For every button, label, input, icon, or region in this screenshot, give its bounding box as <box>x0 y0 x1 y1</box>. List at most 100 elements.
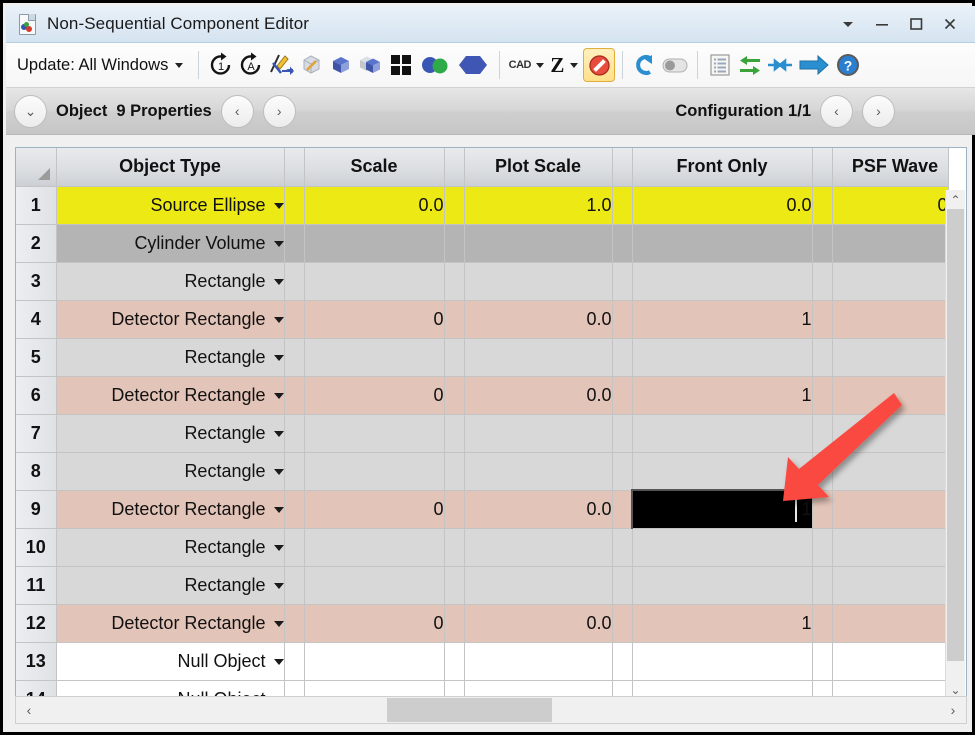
cell-front_only[interactable] <box>632 566 812 604</box>
chevron-down-icon[interactable] <box>274 545 284 551</box>
cell-plot_scale[interactable]: 1.0 <box>464 186 612 224</box>
object-type-cell[interactable]: Rectangle <box>56 528 284 566</box>
row-number-cell[interactable]: 10 <box>16 528 56 566</box>
update-single-icon[interactable]: 1 <box>206 48 236 82</box>
cell-psf_wave[interactable] <box>832 642 948 680</box>
list-icon[interactable] <box>705 48 735 82</box>
column-header-front-only[interactable]: Front Only <box>632 148 812 186</box>
cell-scale[interactable] <box>304 642 444 680</box>
chevron-down-icon[interactable] <box>274 621 284 627</box>
table-row[interactable]: 2Cylinder Volume <box>16 224 948 262</box>
chevron-down-icon[interactable] <box>274 279 284 285</box>
component-grid[interactable]: Object Type Scale Plot Scale Front Only … <box>15 147 967 701</box>
horizontal-scroll-thumb[interactable] <box>387 698 552 722</box>
scroll-left-arrow[interactable]: ‹ <box>16 702 42 718</box>
cell-scale[interactable]: 0 <box>304 300 444 338</box>
row-number-cell[interactable]: 5 <box>16 338 56 376</box>
cell-scale[interactable] <box>304 414 444 452</box>
toggle-switch-icon[interactable] <box>660 48 690 82</box>
cell-front_only[interactable]: 1 <box>632 300 812 338</box>
row-number-cell[interactable]: 2 <box>16 224 56 262</box>
cell-front_only[interactable] <box>632 262 812 300</box>
column-header-scale[interactable]: Scale <box>304 148 444 186</box>
object-type-cell[interactable]: Rectangle <box>56 452 284 490</box>
swap-arrows-icon[interactable] <box>735 48 765 82</box>
table-row[interactable]: 5Rectangle <box>16 338 948 376</box>
expand-collapse-button[interactable]: ⌄ <box>14 95 47 128</box>
cell-front_only[interactable]: 0.0 <box>632 186 812 224</box>
table-row[interactable]: 7Rectangle <box>16 414 948 452</box>
object-type-cell[interactable]: Rectangle <box>56 566 284 604</box>
chevron-down-icon[interactable] <box>274 507 284 513</box>
cell-front_only[interactable] <box>632 338 812 376</box>
cell-scale[interactable] <box>304 528 444 566</box>
z-dropdown[interactable]: Z <box>545 48 583 82</box>
object-type-cell[interactable]: Detector Rectangle <box>56 376 284 414</box>
config-prev-button[interactable]: ‹ <box>820 95 853 128</box>
cell-psf_wave[interactable] <box>832 528 948 566</box>
two-circles-icon[interactable] <box>416 48 454 82</box>
horizontal-scrollbar[interactable]: ‹ › <box>15 696 967 724</box>
row-number-cell[interactable]: 4 <box>16 300 56 338</box>
grid-icon[interactable] <box>386 48 416 82</box>
cell-scale[interactable]: 0 <box>304 490 444 528</box>
cell-front_only[interactable] <box>632 224 812 262</box>
update-dropdown[interactable]: Update: All Windows <box>17 56 191 75</box>
chevron-down-icon[interactable] <box>274 393 284 399</box>
column-header-psf-wave[interactable]: PSF Wave <box>832 148 948 186</box>
update-all-icon[interactable]: A <box>236 48 266 82</box>
cell-scale[interactable]: 0 <box>304 376 444 414</box>
row-number-cell[interactable]: 12 <box>16 604 56 642</box>
row-number-cell[interactable]: 3 <box>16 262 56 300</box>
cell-front_only[interactable] <box>632 528 812 566</box>
table-row[interactable]: 8Rectangle <box>16 452 948 490</box>
cell-front_only[interactable] <box>632 414 812 452</box>
chevron-down-icon[interactable] <box>274 355 284 361</box>
cell-psf_wave[interactable] <box>832 300 948 338</box>
no-entry-icon[interactable] <box>583 48 615 82</box>
cell-psf_wave[interactable] <box>832 414 948 452</box>
cell-scale[interactable] <box>304 566 444 604</box>
cell-scale[interactable]: 0 <box>304 604 444 642</box>
select-all-corner[interactable] <box>16 148 56 186</box>
object-type-cell[interactable]: Source Ellipse <box>56 186 284 224</box>
cell-plot_scale[interactable] <box>464 452 612 490</box>
scroll-up-arrow[interactable]: ⌃ <box>946 190 965 209</box>
collapse-arrows-icon[interactable] <box>765 48 795 82</box>
minimize-icon[interactable] <box>865 7 899 41</box>
help-icon[interactable]: ? <box>833 48 863 82</box>
chevron-down-icon[interactable] <box>274 431 284 437</box>
chevron-down-icon[interactable] <box>274 241 284 247</box>
cell-scale[interactable] <box>304 224 444 262</box>
cell-front_only[interactable] <box>632 642 812 680</box>
cell-plot_scale[interactable] <box>464 566 612 604</box>
cell-psf_wave[interactable]: 0 <box>832 186 948 224</box>
cell-psf_wave[interactable] <box>832 566 948 604</box>
cube-solid-icon[interactable] <box>326 48 356 82</box>
cell-plot_scale[interactable] <box>464 338 612 376</box>
object-type-cell[interactable]: Detector Rectangle <box>56 300 284 338</box>
table-row[interactable]: 1Source Ellipse0.01.00.00 <box>16 186 948 224</box>
table-row[interactable]: 6Detector Rectangle00.01 <box>16 376 948 414</box>
cell-plot_scale[interactable]: 0.0 <box>464 300 612 338</box>
cell-plot_scale[interactable]: 0.0 <box>464 604 612 642</box>
column-header-plot-scale[interactable]: Plot Scale <box>464 148 612 186</box>
cad-dropdown[interactable]: CAD <box>507 48 545 82</box>
cell-front_only[interactable] <box>632 452 812 490</box>
cell-plot_scale[interactable] <box>464 262 612 300</box>
column-header-object-type[interactable]: Object Type <box>56 148 284 186</box>
cell-psf_wave[interactable] <box>832 224 948 262</box>
chevron-down-icon[interactable] <box>274 317 284 323</box>
chevron-down-icon[interactable] <box>274 659 284 665</box>
config-next-button[interactable]: › <box>862 95 895 128</box>
hexagon-icon[interactable] <box>454 48 492 82</box>
cell-scale[interactable] <box>304 338 444 376</box>
row-number-cell[interactable]: 8 <box>16 452 56 490</box>
cell-plot_scale[interactable] <box>464 642 612 680</box>
table-row[interactable]: 10Rectangle <box>16 528 948 566</box>
row-number-cell[interactable]: 11 <box>16 566 56 604</box>
cell-scale[interactable] <box>304 452 444 490</box>
object-type-cell[interactable]: Rectangle <box>56 414 284 452</box>
table-row[interactable]: 11Rectangle <box>16 566 948 604</box>
horizontal-scroll-track[interactable] <box>42 697 940 723</box>
